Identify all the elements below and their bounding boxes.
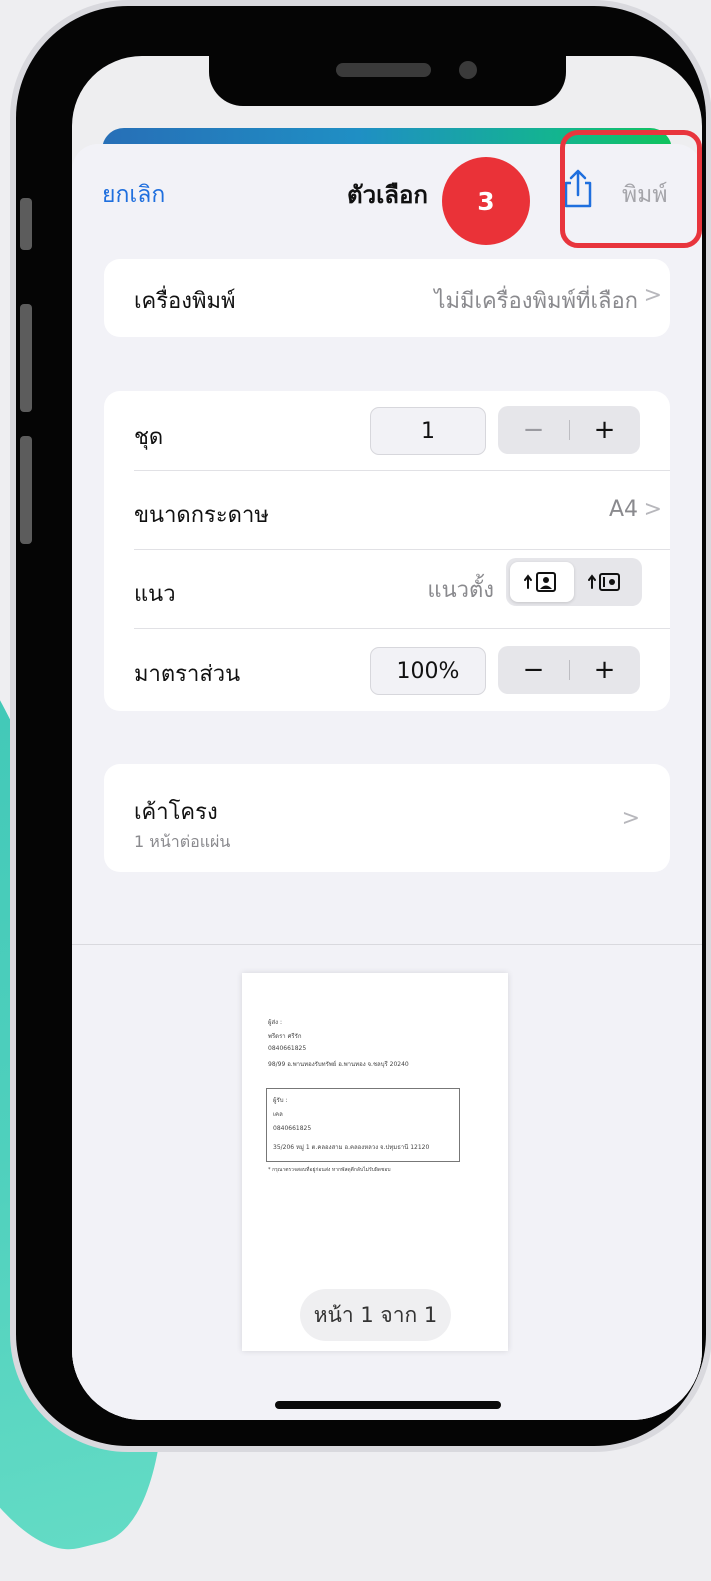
orientation-label: แนว: [134, 582, 176, 607]
preview-page[interactable]: ผู้ส่ง : พรีดรา ศรีรัก 0840661825 98/99 …: [242, 973, 508, 1351]
camera: [459, 61, 477, 79]
layout-group: เค้าโครง 1 หน้าต่อแผ่น >: [104, 764, 670, 872]
printer-row[interactable]: เครื่องพิมพ์ ไม่มีเครื่องพิมพ์ที่เลือก >: [104, 259, 670, 337]
printer-value: ไม่มีเครื่องพิมพ์ที่เลือก: [434, 289, 638, 314]
layout-label: เค้าโครง: [134, 800, 218, 825]
scale-label: มาตราส่วน: [134, 662, 241, 687]
portrait-option[interactable]: [510, 562, 574, 602]
settings-group: ชุด 1 − + ขนาดกระดาษ A4 > แนว แนวตั้ง มา…: [104, 391, 670, 711]
print-options-sheet: ยกเลิก ตัวเลือก 3 พิมพ์ เครื่องพิมพ์ ไม่…: [72, 130, 702, 1420]
landscape-icon: [588, 573, 620, 591]
sheet-title: ตัวเลือก: [347, 181, 428, 209]
orientation-row: แนว แนวตั้ง: [104, 550, 670, 628]
print-preview-area: ผู้ส่ง : พรีดรา ศรีรัก 0840661825 98/99 …: [72, 944, 702, 1420]
sender-label: ผู้ส่ง :: [268, 1019, 283, 1026]
sender-address: 98/99 อ.พานทองรับทรัพย์ อ.พานทอง จ.ชลบุร…: [268, 1061, 409, 1068]
copies-row: ชุด 1 − +: [104, 391, 670, 471]
recipient-name: เคล: [273, 1111, 283, 1118]
copies-minus-button[interactable]: −: [498, 406, 569, 454]
scale-field[interactable]: 100%: [370, 647, 486, 695]
volume-down-button: [20, 436, 32, 544]
volume-up-button: [20, 304, 32, 412]
cancel-button[interactable]: ยกเลิก: [102, 177, 165, 213]
scale-stepper: − +: [498, 646, 640, 694]
landscape-option[interactable]: [574, 562, 638, 602]
scale-row: มาตราส่วน 100% − +: [104, 629, 670, 711]
home-indicator[interactable]: [275, 1401, 501, 1409]
recipient-label: ผู้รับ :: [273, 1097, 288, 1104]
paper-size-value: A4: [608, 497, 638, 522]
sender-name: พรีดรา ศรีรัก: [268, 1033, 302, 1040]
layout-subtitle: 1 หน้าต่อแผ่น: [134, 832, 231, 851]
scale-plus-button[interactable]: +: [569, 646, 640, 694]
layout-row[interactable]: เค้าโครง 1 หน้าต่อแผ่น >: [104, 764, 670, 872]
phone-frame: ยกเลิก ตัวเลือก 3 พิมพ์ เครื่องพิมพ์ ไม่…: [16, 6, 706, 1446]
recipient-address: 35/206 หมู่ 1 ต.คลองสาม อ.คลองหลวง จ.ปทุ…: [273, 1144, 430, 1151]
chevron-right-icon: >: [643, 283, 662, 308]
printer-group: เครื่องพิมพ์ ไม่มีเครื่องพิมพ์ที่เลือก >: [104, 259, 670, 337]
speaker: [336, 63, 431, 77]
paper-size-row[interactable]: ขนาดกระดาษ A4 >: [104, 471, 670, 549]
copies-stepper: − +: [498, 406, 640, 454]
print-button-highlight: [560, 130, 702, 248]
recipient-box: ผู้รับ : เคล 0840661825 35/206 หมู่ 1 ต.…: [266, 1088, 460, 1162]
page-indicator: หน้า 1 จาก 1: [300, 1289, 451, 1341]
scale-minus-button[interactable]: −: [498, 646, 569, 694]
chevron-right-icon: >: [621, 806, 640, 831]
paper-size-label: ขนาดกระดาษ: [134, 503, 269, 528]
step-badge: 3: [442, 157, 530, 245]
mute-switch: [20, 198, 32, 250]
copies-field[interactable]: 1: [370, 407, 486, 455]
preview-note: * กรุณาตรวจสอบที่อยู่ก่อนส่ง หากพัสดุตีก…: [268, 1167, 391, 1173]
printer-label: เครื่องพิมพ์: [134, 289, 236, 314]
sender-phone: 0840661825: [268, 1045, 307, 1052]
orientation-value: แนวตั้ง: [427, 578, 494, 603]
chevron-right-icon: >: [643, 497, 662, 522]
copies-plus-button[interactable]: +: [569, 406, 640, 454]
portrait-icon: [524, 572, 556, 592]
screen: ยกเลิก ตัวเลือก 3 พิมพ์ เครื่องพิมพ์ ไม่…: [72, 56, 702, 1420]
recipient-phone: 0840661825: [273, 1125, 312, 1132]
orientation-selector: [506, 558, 642, 606]
copies-label: ชุด: [134, 425, 164, 450]
notch: [209, 56, 566, 106]
